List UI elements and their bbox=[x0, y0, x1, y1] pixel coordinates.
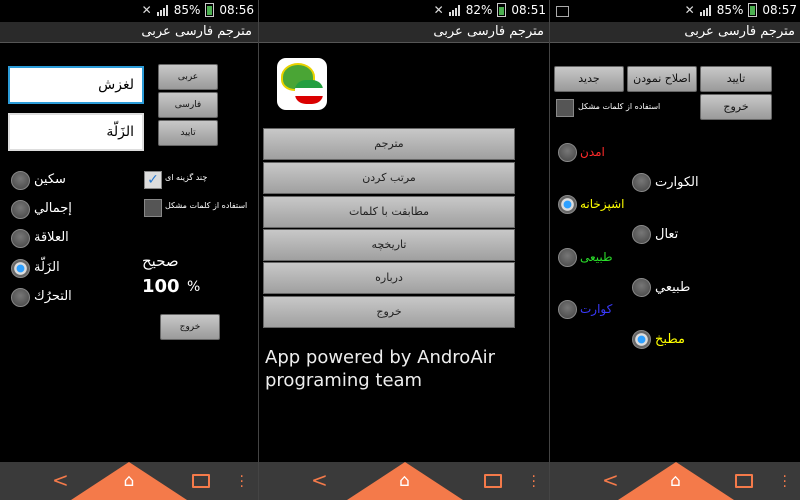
edit-button[interactable]: اصلاح نمودن bbox=[627, 66, 697, 92]
signal-icon bbox=[156, 4, 169, 16]
battery-percent: 82% bbox=[465, 3, 493, 17]
bluetooth-icon: ✕ bbox=[141, 3, 152, 17]
battery-percent: 85% bbox=[173, 3, 201, 17]
word-radio[interactable] bbox=[558, 248, 577, 267]
hard-words-checkbox[interactable] bbox=[144, 199, 162, 217]
word-label: اشپزخانه bbox=[580, 197, 625, 211]
word-radio[interactable] bbox=[632, 173, 651, 192]
multi-choice-checkbox[interactable]: ✓ bbox=[144, 171, 162, 189]
recent-apps-icon[interactable] bbox=[735, 474, 753, 488]
word-radio[interactable] bbox=[632, 278, 651, 297]
main-menu-screen: ✕ 82% 08:51 مترجم فارسی عربی مترجم مرتب … bbox=[258, 0, 550, 500]
menu-item-sort[interactable]: مرتب کردن bbox=[263, 162, 515, 194]
home-icon[interactable]: ⌂ bbox=[399, 471, 410, 491]
battery-icon bbox=[497, 3, 507, 17]
option-radio[interactable] bbox=[11, 229, 30, 248]
option-label: التحرُك bbox=[34, 289, 72, 304]
nav-bar: < ⌂ · · · bbox=[0, 462, 258, 500]
clock: 08:56 bbox=[219, 3, 254, 17]
translator-screen: ✕ 85% 08:56 مترجم فارسی عربی لغزش الزَلّ… bbox=[0, 0, 258, 500]
menu-item-history[interactable]: تاریخچه bbox=[263, 229, 515, 261]
word-radio[interactable] bbox=[632, 225, 651, 244]
confirm-button[interactable]: تایید bbox=[158, 120, 218, 146]
menu-icon[interactable]: · · · bbox=[783, 470, 787, 494]
iran-flag-icon bbox=[295, 80, 323, 104]
arabic-output: الزَلّة bbox=[8, 113, 144, 151]
back-icon[interactable]: < bbox=[602, 468, 619, 492]
option-label: إجمالي bbox=[34, 201, 72, 216]
word-radio[interactable] bbox=[558, 300, 577, 319]
clock: 08:57 bbox=[762, 3, 797, 17]
word-label: تعال bbox=[655, 227, 679, 242]
word-label: الكوارت bbox=[655, 175, 699, 190]
word-label: امدن bbox=[580, 145, 605, 159]
credit-line-2: programing team bbox=[265, 370, 423, 391]
score-value: 100 bbox=[142, 276, 180, 297]
credit-line-1: App powered by AndroAir bbox=[265, 347, 496, 368]
app-title: مترجم فارسی عربی bbox=[550, 22, 800, 43]
option-radio-selected[interactable] bbox=[11, 259, 30, 278]
multi-choice-label: چند گزینه ای bbox=[165, 173, 208, 182]
option-label: الزَلّة bbox=[34, 260, 60, 275]
word-label: طبيعي bbox=[655, 280, 691, 295]
word-label: کوارت bbox=[580, 302, 613, 316]
home-icon[interactable]: ⌂ bbox=[670, 471, 681, 491]
status-bar: ✕ 85% 08:56 bbox=[0, 0, 258, 22]
arabic-button[interactable]: عربی bbox=[158, 64, 218, 90]
image-notification-icon bbox=[556, 6, 569, 17]
home-icon[interactable]: ⌂ bbox=[124, 471, 135, 491]
correct-label: صحیح bbox=[142, 252, 179, 270]
signal-icon bbox=[448, 4, 461, 16]
option-radio[interactable] bbox=[11, 171, 30, 190]
word-label: مطبخ bbox=[655, 332, 685, 347]
recent-apps-icon[interactable] bbox=[484, 474, 502, 488]
battery-icon bbox=[205, 3, 215, 17]
option-radio[interactable] bbox=[11, 200, 30, 219]
menu-icon[interactable]: · · · bbox=[532, 470, 536, 494]
word-radio[interactable] bbox=[558, 143, 577, 162]
option-label: العلاقة bbox=[34, 230, 69, 245]
new-button[interactable]: جدید bbox=[554, 66, 624, 92]
recent-apps-icon[interactable] bbox=[192, 474, 210, 488]
option-label: سكين bbox=[34, 172, 66, 187]
persian-button[interactable]: فارسی bbox=[158, 92, 218, 118]
back-icon[interactable]: < bbox=[52, 468, 69, 492]
menu-icon[interactable]: · · · bbox=[240, 470, 244, 494]
battery-icon bbox=[748, 3, 758, 17]
hard-words-checkbox[interactable] bbox=[556, 99, 574, 117]
exit-button[interactable]: خروج bbox=[700, 94, 772, 120]
option-radio[interactable] bbox=[11, 288, 30, 307]
bluetooth-icon: ✕ bbox=[433, 3, 444, 17]
word-label: طبیعی bbox=[580, 250, 613, 264]
matching-screen: ✕ 85% 08:57 مترجم فارسی عربی جدید اصلاح … bbox=[549, 0, 800, 500]
signal-icon bbox=[699, 4, 712, 16]
app-logo bbox=[277, 58, 327, 110]
nav-bar: < ⌂ · · · bbox=[550, 462, 800, 500]
exit-button[interactable]: خروج bbox=[160, 314, 220, 340]
nav-bar: < ⌂ · · · bbox=[259, 462, 550, 500]
menu-item-translator[interactable]: مترجم bbox=[263, 128, 515, 160]
menu-item-matching[interactable]: مطابقت با کلمات bbox=[263, 196, 515, 228]
hard-words-label: استفاده از کلمات مشکل bbox=[165, 201, 248, 210]
score-unit: % bbox=[187, 279, 201, 295]
confirm-button[interactable]: تایید bbox=[700, 66, 772, 92]
word-radio-selected[interactable] bbox=[558, 195, 577, 214]
app-title: مترجم فارسی عربی bbox=[0, 22, 258, 43]
menu-item-about[interactable]: درباره bbox=[263, 262, 515, 294]
app-title: مترجم فارسی عربی bbox=[259, 22, 550, 43]
bluetooth-icon: ✕ bbox=[684, 3, 695, 17]
clock: 08:51 bbox=[511, 3, 546, 17]
menu-item-exit[interactable]: خروج bbox=[263, 296, 515, 328]
word-radio-selected[interactable] bbox=[632, 330, 651, 349]
battery-percent: 85% bbox=[716, 3, 744, 17]
status-bar: ✕ 82% 08:51 bbox=[259, 0, 550, 22]
hard-words-label: استفاده از کلمات مشکل bbox=[578, 102, 661, 111]
persian-input[interactable]: لغزش bbox=[8, 66, 144, 104]
back-icon[interactable]: < bbox=[311, 468, 328, 492]
status-bar: ✕ 85% 08:57 bbox=[550, 0, 800, 22]
